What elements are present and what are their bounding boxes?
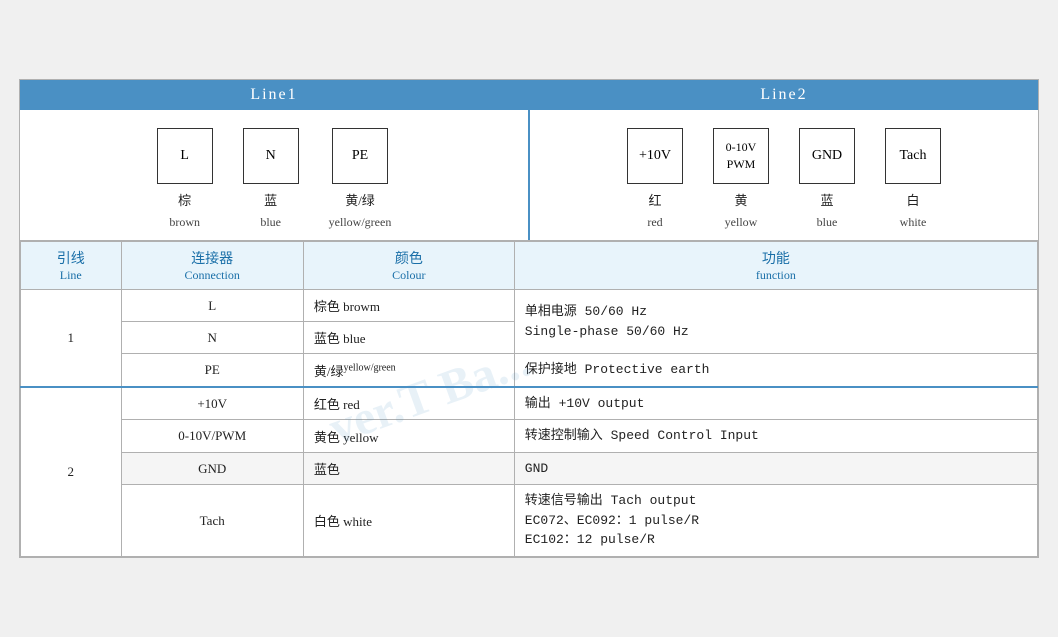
color-cell-brown: 棕色 browm — [303, 290, 514, 322]
conn-PE-zh: 黄/绿 — [345, 190, 375, 209]
func-cell-speed: 转速控制输入 Speed Control Input — [514, 420, 1037, 453]
line1-cell: 1 — [21, 290, 122, 387]
conn-N-zh: 蓝 — [264, 190, 277, 209]
conn-cell-10V: +10V — [121, 387, 303, 420]
color-cell-yellowgreen: 黄/绿yellow/green — [303, 354, 514, 387]
conn-10V: +10V 红 red — [627, 128, 683, 230]
line2-header: Line2 — [530, 80, 1038, 110]
conn-N-en: blue — [260, 215, 281, 230]
line2-diagram: Line2 +10V 红 red 0-10VPWM 黄 yellow GND 蓝 — [530, 80, 1038, 240]
conn-PWM-box: 0-10VPWM — [713, 128, 769, 184]
color-cell-blue1: 蓝色 blue — [303, 322, 514, 354]
conn-PE: PE 黄/绿 yellow/green — [329, 128, 392, 230]
conn-cell-L: L — [121, 290, 303, 322]
table-row: 2 +10V 红色 red 输出 +10V output — [21, 387, 1038, 420]
conn-Tach-zh: 白 — [906, 190, 919, 209]
table-row: 1 L 棕色 browm 单相电源 50/60 HzSingle-phase 5… — [21, 290, 1038, 322]
col-connection: 连接器Connection — [121, 242, 303, 290]
func-cell-tach: 转速信号输出 Tach outputEC072、EC092：1 pulse/RE… — [514, 485, 1037, 557]
conn-PWM-zh: 黄 — [734, 190, 747, 209]
conn-cell-N: N — [121, 322, 303, 354]
conn-GND-zh: 蓝 — [820, 190, 833, 209]
table-header-row: 引线Line 连接器Connection 颜色Colour 功能function — [21, 242, 1038, 290]
table-row: 0-10V/PWM 黄色 yellow 转速控制输入 Speed Control… — [21, 420, 1038, 453]
conn-L-en: brown — [169, 215, 200, 230]
conn-cell-PE: PE — [121, 354, 303, 387]
conn-GND-en: blue — [817, 215, 838, 230]
data-table-wrapper: ver.T Ba... 引线Line 连接器Connection 颜色Colou… — [20, 241, 1038, 557]
conn-Tach: Tach 白 white — [885, 128, 941, 230]
table-row: GND 蓝色 GND — [21, 452, 1038, 485]
conn-PWM-en: yellow — [725, 215, 758, 230]
func-cell-10V: 输出 +10V output — [514, 387, 1037, 420]
conn-PE-en: yellow/green — [329, 215, 392, 230]
conn-L-box: L — [157, 128, 213, 184]
conn-cell-gnd: GND — [121, 452, 303, 485]
col-line: 引线Line — [21, 242, 122, 290]
color-cell-blue2: 蓝色 — [303, 452, 514, 485]
conn-cell-tach: Tach — [121, 485, 303, 557]
conn-Tach-en: white — [900, 215, 927, 230]
line1-header: Line1 — [20, 80, 528, 110]
line2-cell: 2 — [21, 387, 122, 557]
line1-diagram: Line1 L 棕 brown N 蓝 blue PE 黄/绿 yellow/g… — [20, 80, 530, 240]
conn-N-box: N — [243, 128, 299, 184]
conn-GND-box: GND — [799, 128, 855, 184]
func-cell-single-phase: 单相电源 50/60 HzSingle-phase 50/60 Hz — [514, 290, 1037, 354]
conn-L-zh: 棕 — [178, 190, 191, 209]
conn-GND: GND 蓝 blue — [799, 128, 855, 230]
conn-L: L 棕 brown — [157, 128, 213, 230]
conn-10V-box: +10V — [627, 128, 683, 184]
conn-PE-box: PE — [332, 128, 388, 184]
col-function: 功能function — [514, 242, 1037, 290]
table-row: Tach 白色 white 转速信号输出 Tach outputEC072、EC… — [21, 485, 1038, 557]
conn-Tach-box: Tach — [885, 128, 941, 184]
conn-PWM: 0-10VPWM 黄 yellow — [713, 128, 769, 230]
col-colour: 颜色Colour — [303, 242, 514, 290]
color-cell-white: 白色 white — [303, 485, 514, 557]
color-cell-yellow: 黄色 yellow — [303, 420, 514, 453]
conn-N: N 蓝 blue — [243, 128, 299, 230]
conn-10V-zh: 红 — [648, 190, 661, 209]
conn-10V-en: red — [647, 215, 662, 230]
func-cell-PE: 保护接地 Protective earth — [514, 354, 1037, 387]
wiring-table: 引线Line 连接器Connection 颜色Colour 功能function… — [20, 241, 1038, 557]
table-row: PE 黄/绿yellow/green 保护接地 Protective earth — [21, 354, 1038, 387]
func-cell-gnd: GND — [514, 452, 1037, 485]
color-cell-red: 红色 red — [303, 387, 514, 420]
conn-cell-pwm: 0-10V/PWM — [121, 420, 303, 453]
